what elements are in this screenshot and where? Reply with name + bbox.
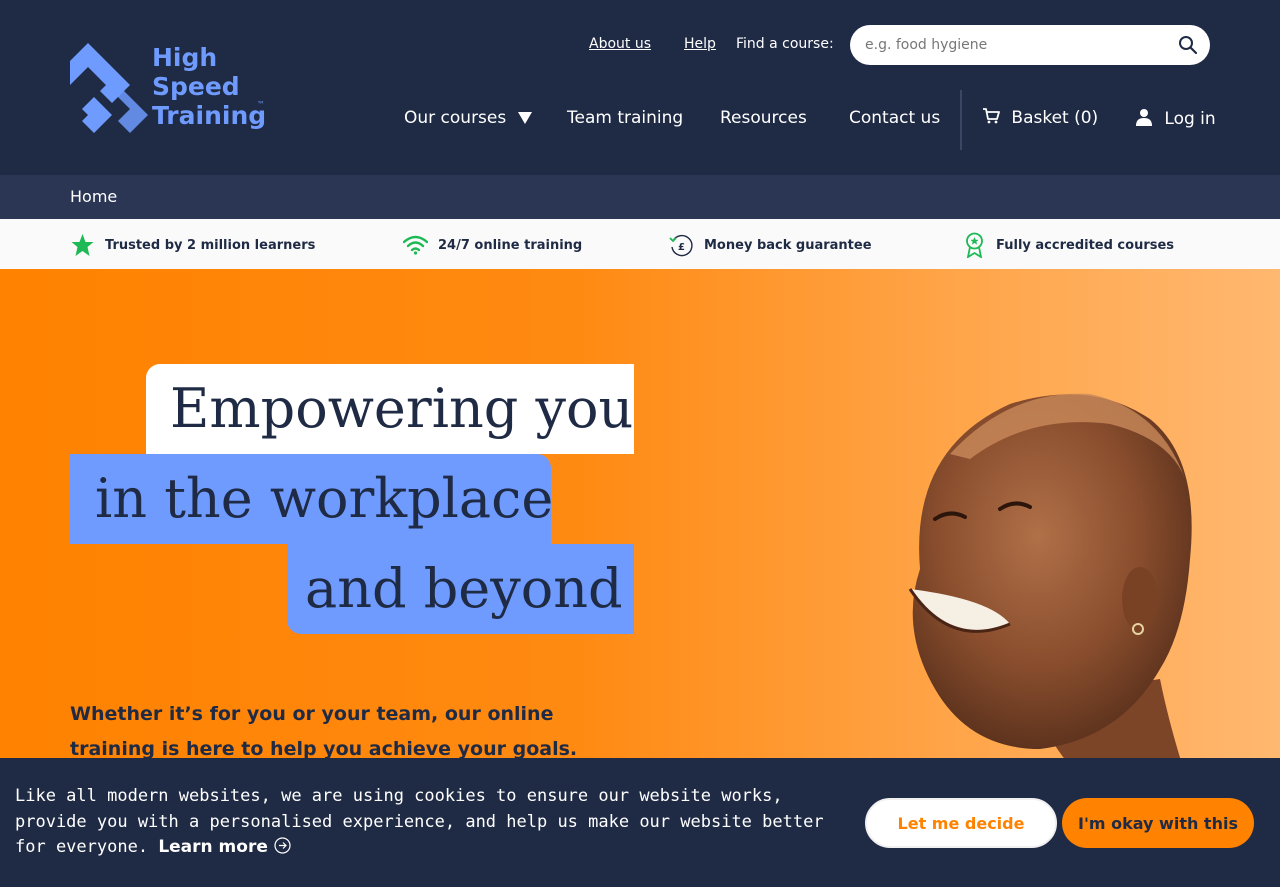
award-icon [966,232,983,258]
search-input[interactable] [865,34,1165,56]
nav-divider [960,90,962,150]
cookie-message: Like all modern websites, we are using c… [15,784,845,861]
main-nav: Our courses Team training Resources Cont… [0,108,1280,132]
learn-more-label: Learn more [158,837,268,857]
triangle-down-icon [517,112,532,124]
cookie-message-text: Like all modern websites, we are using c… [15,786,824,857]
trust-item-online: 24/7 online training [403,235,582,255]
course-search [850,25,1210,65]
trust-label-learners: Trusted by 2 million learners [105,237,316,253]
nav-contact-us[interactable]: Contact us [849,108,940,128]
nav-team-training[interactable]: Team training [567,108,683,128]
nav-basket[interactable]: Basket (0) [982,108,1098,128]
hero-title-line-3: and beyond [287,544,634,634]
nav-log-in[interactable]: Log in [1135,108,1216,129]
help-link[interactable]: Help [684,36,716,52]
search-icon[interactable] [1178,35,1198,55]
trust-label-online: 24/7 online training [438,237,583,253]
logo-word-2: Speed [152,72,240,101]
star-icon [71,234,94,256]
nav-basket-label: Basket (0) [1011,108,1099,128]
svg-text:£: £ [678,242,685,253]
wifi-icon [403,235,428,255]
trust-bar: Trusted by 2 million learners 24/7 onlin… [0,219,1280,269]
trust-label-accredited: Fully accredited courses [996,237,1175,253]
user-icon [1136,109,1152,126]
learn-more-link[interactable]: Learn more [158,837,291,857]
hero-title-line-1: Empowering you [146,364,634,454]
nav-our-courses-label: Our courses [404,108,507,128]
cookie-banner: Like all modern websites, we are using c… [0,758,1280,887]
cart-icon [983,108,1000,124]
find-course-label: Find a course: [736,36,834,52]
money-back-icon: £ [669,234,693,256]
trust-item-money-back: £ Money back guarantee [669,234,872,256]
hero-title-line-2: in the workplace [70,454,553,544]
nav-our-courses[interactable]: Our courses [404,108,532,128]
trust-label-money-back: Money back guarantee [704,237,872,253]
nav-log-in-label: Log in [1164,109,1216,129]
accept-cookies-button[interactable]: I'm okay with this [1062,798,1254,848]
trust-item-learners: Trusted by 2 million learners [70,234,316,256]
hero-subtitle: Whether it’s for you or your team, our o… [70,703,578,760]
breadcrumb-home[interactable]: Home [70,187,117,206]
breadcrumb: Home [0,175,1280,219]
site-header: High Speed Training ™ About us Help Find… [0,0,1280,175]
trust-item-accredited: Fully accredited courses [963,232,1175,258]
nav-resources[interactable]: Resources [720,108,807,128]
let-me-decide-button[interactable]: Let me decide [865,798,1057,848]
about-us-link[interactable]: About us [589,36,651,52]
arrow-circle-right-icon [274,837,291,854]
